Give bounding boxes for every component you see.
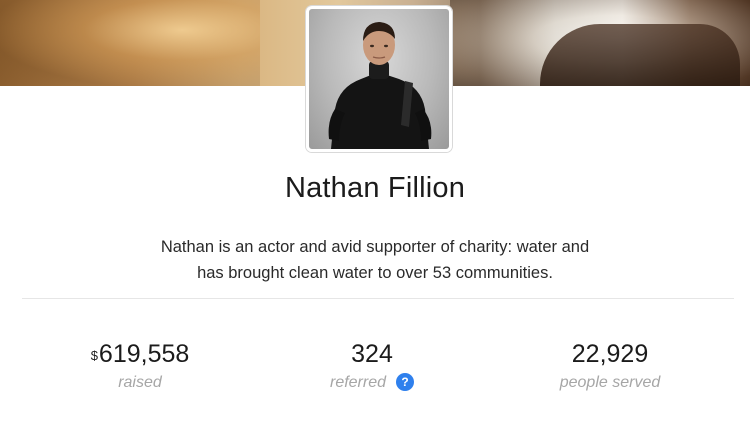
profile-avatar: [306, 6, 452, 152]
stat-raised-value: $619,558: [90, 340, 190, 368]
section-divider: [22, 298, 734, 299]
help-icon[interactable]: ?: [396, 373, 415, 391]
currency-symbol: $: [90, 348, 98, 363]
stat-referred: 324 referred?: [262, 339, 482, 393]
stat-referred-value: 324: [351, 340, 393, 368]
bio-line: Nathan is an actor and avid supporter of…: [160, 238, 590, 256]
stat-raised-label: raised: [118, 374, 162, 391]
stat-people-served-label: people served: [559, 374, 661, 391]
stat-people-served-value: 22,929: [571, 340, 649, 368]
profile-bio: Nathan is an actor and avid supporter of…: [115, 234, 635, 286]
profile-name: Nathan Fillion: [284, 172, 466, 204]
stat-raised: $619,558 raised: [30, 339, 250, 393]
bio-line: has brought clean water to over 53 commu…: [197, 264, 553, 282]
profile-page: Nathan Fillion Nathan is an actor and av…: [0, 0, 750, 428]
stat-referred-label: referred?: [262, 373, 482, 393]
avatar-portrait-image: [328, 22, 432, 149]
stat-people-served: 22,929 people served: [500, 339, 720, 393]
